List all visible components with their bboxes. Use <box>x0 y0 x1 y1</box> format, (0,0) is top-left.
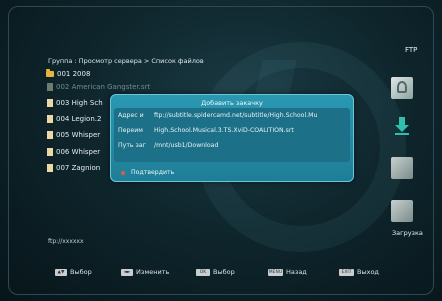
address-field[interactable]: Адрес и ftp://subtitle.spidercamd.net/sub… <box>118 112 317 122</box>
list-item[interactable]: 004 Legion.2 <box>46 114 101 124</box>
updown-key-icon: ▲▼ <box>55 268 67 276</box>
screen: FTP Группа : Просмотр сервера > Список ф… <box>0 0 442 301</box>
back-hint: MENU Назад <box>268 268 307 276</box>
path-key: Путь заг <box>118 142 146 149</box>
download-arrow <box>395 117 409 135</box>
rename-field[interactable]: Переим High.School.Musical.3.TS.XviD-COAL… <box>118 127 294 137</box>
picture-icon[interactable] <box>391 200 413 222</box>
leftright-key-icon: ◄► <box>121 268 133 276</box>
list-item-label: 007 Zagnion <box>56 164 101 172</box>
list-item-label: 005 Whisper <box>56 131 101 139</box>
hint-label: Выход <box>357 268 379 276</box>
mode-label: FTP <box>405 46 418 54</box>
list-item-label: 006 Whisper <box>56 148 101 156</box>
confirm-label: Подтвердить <box>131 169 175 176</box>
dialog-title: Добавить закачку <box>201 99 263 107</box>
list-item-label: 004 Legion.2 <box>56 115 102 123</box>
list-item[interactable]: 006 Whisper <box>46 147 100 157</box>
ok-key-icon: OK <box>196 268 210 276</box>
breadcrumb: Группа : Просмотр сервера > Список файло… <box>48 57 204 65</box>
folder-icon <box>46 69 54 77</box>
file-icon <box>47 164 53 172</box>
address-value: ftp://subtitle.spidercamd.net/subtitle/H… <box>154 112 318 119</box>
add-download-dialog: Добавить закачку Адрес и ftp://subtitle.s… <box>110 94 354 182</box>
list-item-label: 003 High Sch <box>56 99 103 107</box>
rename-value: High.School.Musical.3.TS.XviD-COALITION.… <box>154 127 294 134</box>
file-icon <box>47 115 53 123</box>
list-item[interactable]: 005 Whisper <box>46 130 100 140</box>
file-icon <box>47 131 53 139</box>
hint-label: Изменить <box>136 268 170 276</box>
list-item[interactable]: 003 High Sch <box>46 98 103 108</box>
ok-hint: OK Выбор <box>196 268 235 276</box>
menu-key-icon: MENU <box>268 268 283 276</box>
exit-key-icon: EXIT <box>339 268 354 276</box>
download-label: Загрузка <box>392 229 423 237</box>
confirm-button[interactable]: Подтвердить <box>121 169 174 176</box>
list-item[interactable]: 002 American Gangster.srt <box>46 82 150 92</box>
rename-key: Переим <box>118 127 143 134</box>
list-item-label: 002 American Gangster.srt <box>56 83 151 91</box>
select-hint: ▲▼ Выбор <box>55 268 92 276</box>
list-item-label: 001 2008 <box>57 70 91 78</box>
path-value: /mnt/usb1/Download <box>154 142 219 149</box>
change-hint: ◄► Изменить <box>121 268 169 276</box>
red-dot-icon <box>121 170 125 175</box>
file-icon <box>47 99 53 107</box>
path-field[interactable]: Путь заг/mnt/usb1/Download <box>118 142 218 152</box>
music-icon[interactable] <box>391 77 413 99</box>
download-icon[interactable] <box>391 115 413 137</box>
server-url: ftp://xxxxxx <box>48 238 84 245</box>
hint-label: Выбор <box>70 268 92 276</box>
hint-label: Назад <box>286 268 307 276</box>
address-key: Адрес и <box>118 112 144 119</box>
list-item[interactable]: 007 Zagnion <box>46 163 100 173</box>
dialog-fields: Адрес и ftp://subtitle.spidercamd.net/sub… <box>114 108 350 162</box>
file-icon <box>47 148 53 156</box>
file-icon <box>47 83 53 91</box>
list-item[interactable]: 001 2008 <box>46 69 90 79</box>
video-icon[interactable] <box>391 157 413 179</box>
hint-label: Выбор <box>213 268 235 276</box>
exit-hint: EXIT Выход <box>339 268 379 276</box>
